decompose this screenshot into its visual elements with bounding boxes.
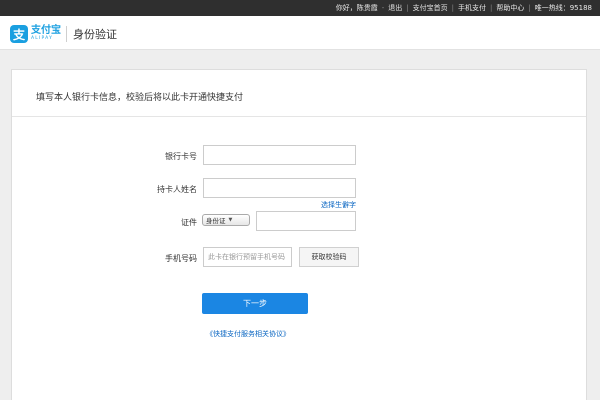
id-number-input[interactable]: [256, 211, 356, 231]
separator: |: [528, 4, 531, 12]
chevron-down-icon: ▼: [228, 217, 233, 223]
mobile-pay-link[interactable]: 手机支付: [458, 3, 486, 13]
cardholder-name-input[interactable]: [203, 178, 356, 198]
hotline-text: 唯一热线：95188: [534, 4, 592, 12]
panel-title: 填写本人银行卡信息，校验后将以此卡开通快捷支付: [36, 93, 244, 103]
phone-input[interactable]: [203, 247, 292, 267]
separator: -: [381, 4, 385, 12]
logo-en: ALIPAY: [31, 36, 54, 42]
logo-divider: [66, 26, 67, 42]
alipay-icon: 支: [10, 25, 28, 43]
panel-header: 填写本人银行卡信息，校验后将以此卡开通快捷支付: [12, 70, 586, 117]
id-type-value: 身份证: [206, 217, 226, 225]
rare-character-link[interactable]: 选择生僻字: [321, 200, 356, 210]
top-bar: 你好，陈贵霞 - 退出 | 支付宝首页 | 手机支付 | 帮助中心 | 唯一热线…: [0, 0, 600, 16]
id-type-select[interactable]: 身份证 ▼: [202, 214, 250, 226]
card-number-label: 银行卡号: [165, 152, 197, 161]
agreement-link[interactable]: 《快捷支付服务相关协议》: [206, 329, 290, 339]
logo-cn: 支付宝: [31, 25, 61, 37]
card-number-input[interactable]: [203, 145, 356, 165]
separator: |: [451, 4, 454, 12]
next-step-button[interactable]: 下一步: [202, 293, 308, 314]
help-center-link[interactable]: 帮助中心: [496, 3, 524, 13]
page-title: 身份验证: [73, 28, 117, 41]
top-nav: 你好，陈贵霞 - 退出 | 支付宝首页 | 手机支付 | 帮助中心 | 唯一热线…: [336, 0, 592, 16]
phone-label: 手机号码: [165, 254, 197, 263]
logout-link[interactable]: 退出: [388, 3, 402, 13]
greeting-text: 你好，陈贵霞: [335, 4, 378, 12]
home-link[interactable]: 支付宝首页: [413, 3, 448, 13]
verification-panel: 填写本人银行卡信息，校验后将以此卡开通快捷支付 银行卡号 持卡人姓名 选择生僻字…: [11, 69, 587, 400]
alipay-logo[interactable]: 支 支付宝 ALIPAY 身份验证: [10, 24, 117, 44]
cardholder-name-label: 持卡人姓名: [157, 185, 197, 194]
separator: |: [406, 4, 409, 12]
get-code-button[interactable]: 获取校验码: [299, 247, 359, 267]
id-label: 证件: [181, 218, 197, 227]
separator: |: [490, 4, 493, 12]
logo-text: 支付宝 ALIPAY: [31, 26, 61, 42]
page-header: 支 支付宝 ALIPAY 身份验证: [0, 16, 600, 50]
